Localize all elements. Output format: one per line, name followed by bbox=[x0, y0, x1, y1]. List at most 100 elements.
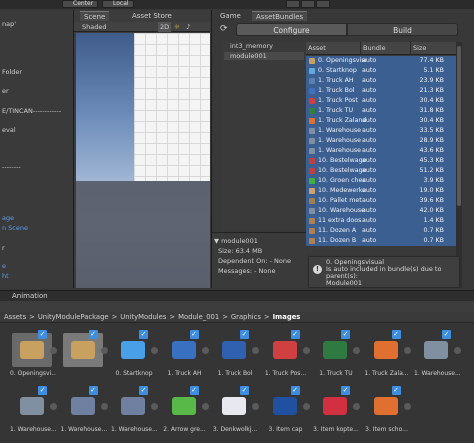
asset-tile[interactable]: ✓ bbox=[61, 330, 108, 383]
center-toggle[interactable]: Center bbox=[62, 0, 99, 8]
configure-button[interactable]: Configure bbox=[236, 23, 347, 36]
asset-tile[interactable]: ✓ 1. Truck Pos... bbox=[263, 330, 310, 383]
breadcrumb-item[interactable]: Assets bbox=[4, 313, 26, 321]
table-row[interactable]: 10. Bestelwagen auto 51.2 KB bbox=[306, 166, 456, 176]
expand-arrow-icon[interactable] bbox=[50, 347, 57, 354]
hierarchy-item[interactable]: r bbox=[2, 244, 5, 252]
expand-arrow-icon[interactable] bbox=[252, 347, 259, 354]
table-row[interactable]: 1. Truck TU auto 31.8 KB bbox=[306, 106, 456, 116]
table-row[interactable]: 1. Truck Bol auto 21.3 KB bbox=[306, 86, 456, 96]
breadcrumb-item[interactable]: UnityModulePackage bbox=[38, 313, 109, 321]
asset-tile-label: 0. Openingsvi... bbox=[10, 370, 56, 377]
asset-tile[interactable]: ✓ 1. Truck AH bbox=[162, 330, 209, 383]
expand-arrow-icon[interactable] bbox=[151, 347, 158, 354]
hierarchy-item[interactable]: E/TINCAN------------ bbox=[2, 107, 61, 115]
tab-game[interactable]: Game bbox=[216, 11, 245, 21]
local-toggle[interactable]: Local bbox=[102, 0, 134, 8]
expand-arrow-icon[interactable] bbox=[302, 347, 310, 354]
tab-scene[interactable]: Scene bbox=[80, 11, 110, 21]
hierarchy-item[interactable]: er bbox=[2, 87, 9, 95]
breadcrumb-current[interactable]: Images bbox=[273, 313, 301, 321]
column-asset[interactable]: Asset bbox=[306, 42, 326, 55]
expand-arrow-icon[interactable] bbox=[353, 403, 360, 410]
bundle-item-selected[interactable]: module001 bbox=[224, 52, 304, 60]
breadcrumb-item[interactable]: Graphics bbox=[231, 313, 261, 321]
play-button[interactable] bbox=[286, 0, 300, 8]
breadcrumb-item[interactable]: UnityModules bbox=[120, 313, 166, 321]
pause-button[interactable] bbox=[301, 0, 315, 8]
asset-tile[interactable]: ✓ 1. Warehouse... bbox=[414, 330, 461, 383]
table-row[interactable]: 10. Bestelwagen auto 45.3 KB bbox=[306, 156, 456, 166]
expand-arrow-icon[interactable] bbox=[353, 347, 360, 354]
asset-tile[interactable]: ✓ 1. Truck Zala... bbox=[364, 330, 411, 383]
expand-arrow-icon[interactable] bbox=[151, 403, 158, 410]
asset-tile[interactable]: ✓ 1. Warehouse... bbox=[10, 386, 57, 439]
expand-arrow-icon[interactable] bbox=[201, 403, 209, 410]
expand-arrow-icon[interactable] bbox=[302, 403, 310, 410]
column-size[interactable]: Size bbox=[410, 42, 426, 55]
asset-tile[interactable]: ✓ 1. Warehouse... bbox=[111, 386, 158, 439]
table-row[interactable]: 10. Groen check auto 3.9 KB bbox=[306, 176, 456, 186]
table-row[interactable]: 1. Warehouse auto 28.9 KB bbox=[306, 136, 456, 146]
light-icon[interactable]: ☼ bbox=[174, 22, 180, 32]
audio-icon[interactable]: ♪ bbox=[186, 22, 190, 32]
table-row[interactable]: 1. Truck Zalando auto 30.4 KB bbox=[306, 116, 456, 126]
asset-tile[interactable]: ✓ 3. Item kopte... bbox=[313, 386, 360, 439]
asset-name: 10. Warehouse bbox=[318, 207, 366, 214]
hierarchy-item[interactable]: Folder bbox=[2, 68, 22, 76]
hierarchy-item[interactable]: age bbox=[2, 214, 14, 222]
bundle-item[interactable]: int3_memory bbox=[230, 42, 273, 50]
hierarchy-item[interactable]: nap' bbox=[2, 20, 16, 28]
thumbnail-image bbox=[70, 341, 95, 359]
image-icon bbox=[309, 178, 315, 184]
expand-arrow-icon[interactable] bbox=[50, 403, 57, 410]
scene-viewport[interactable] bbox=[76, 33, 210, 288]
bundle-check-icon: ✓ bbox=[139, 330, 148, 339]
shading-mode-dropdown[interactable]: Shaded bbox=[82, 22, 106, 32]
tab-asset-store[interactable]: Asset Store bbox=[128, 11, 176, 21]
hierarchy-item[interactable]: -------- bbox=[2, 163, 21, 171]
asset-tile[interactable]: ✓ 3. Item cap bbox=[263, 386, 310, 439]
table-row[interactable]: 0. Openingsvisualauto 77.4 KB bbox=[306, 56, 456, 66]
table-row[interactable]: 1. Truck Post auto 30.4 KB bbox=[306, 96, 456, 106]
asset-tile[interactable]: ✓ 3. Item scho... bbox=[364, 386, 411, 439]
asset-tile[interactable]: ✓ 1. Truck TU bbox=[313, 330, 360, 383]
2d-toggle[interactable]: 2D bbox=[158, 22, 172, 32]
table-row[interactable]: 1. Warehouse auto 33.5 KB bbox=[306, 126, 456, 136]
table-row[interactable]: 10. Warehouse auto 42.0 KB bbox=[306, 206, 456, 216]
table-row[interactable]: 11. Dozen A auto 0.7 KB bbox=[306, 226, 456, 236]
refresh-icon[interactable]: ⟳ bbox=[220, 24, 231, 35]
hierarchy-item[interactable]: n Scene bbox=[2, 224, 28, 232]
asset-tile[interactable]: ✓ 0. Startknop bbox=[111, 330, 158, 383]
scrollbar-thumb[interactable] bbox=[457, 46, 461, 206]
table-row[interactable]: 1. Truck AH auto 23.9 KB bbox=[306, 76, 456, 86]
table-row[interactable]: 0. Startknop auto 5.1 KB bbox=[306, 66, 456, 76]
animation-tab[interactable]: Animation bbox=[0, 290, 474, 301]
build-button[interactable]: Build bbox=[347, 23, 458, 36]
table-row[interactable]: 10. Medewerker auto 19.0 KB bbox=[306, 186, 456, 196]
table-row[interactable]: 11 extra doos auto 1.4 KB bbox=[306, 216, 456, 226]
column-bundle[interactable]: Bundle bbox=[360, 42, 386, 55]
asset-tile[interactable]: ✓ 0. Openingsvi... bbox=[10, 330, 57, 383]
asset-size: 3.9 KB bbox=[423, 177, 444, 184]
tab-assetbundles[interactable]: AssetBundles bbox=[252, 11, 308, 21]
hierarchy-item[interactable]: e bbox=[2, 262, 6, 270]
asset-tile[interactable]: ✓ 1. Warehouse... bbox=[61, 386, 108, 439]
table-row[interactable]: 1. Warehouse auto 43.6 KB bbox=[306, 146, 456, 156]
table-row[interactable]: 10. Pallet met auto 39.6 KB bbox=[306, 196, 456, 206]
expand-arrow-icon[interactable] bbox=[201, 347, 209, 354]
expand-arrow-icon[interactable] bbox=[454, 347, 461, 354]
step-button[interactable] bbox=[316, 0, 330, 8]
expand-arrow-icon[interactable] bbox=[100, 403, 108, 410]
asset-tile[interactable]: ✓ 3. Denkwolkj... bbox=[212, 386, 259, 439]
expand-arrow-icon[interactable] bbox=[403, 403, 411, 410]
expand-arrow-icon[interactable] bbox=[252, 403, 259, 410]
asset-tile[interactable]: ✓ 2. Arrow gre... bbox=[162, 386, 209, 439]
breadcrumb-item[interactable]: Module_001 bbox=[178, 313, 219, 321]
hierarchy-item[interactable]: eval bbox=[2, 126, 16, 134]
expand-arrow-icon[interactable] bbox=[403, 347, 411, 354]
asset-tile[interactable]: ✓ 1. Truck Bol bbox=[212, 330, 259, 383]
table-row[interactable]: 11. Dozen B auto 0.7 KB bbox=[306, 236, 456, 246]
hierarchy-item[interactable]: ht bbox=[2, 272, 9, 280]
expand-arrow-icon[interactable] bbox=[100, 347, 108, 354]
